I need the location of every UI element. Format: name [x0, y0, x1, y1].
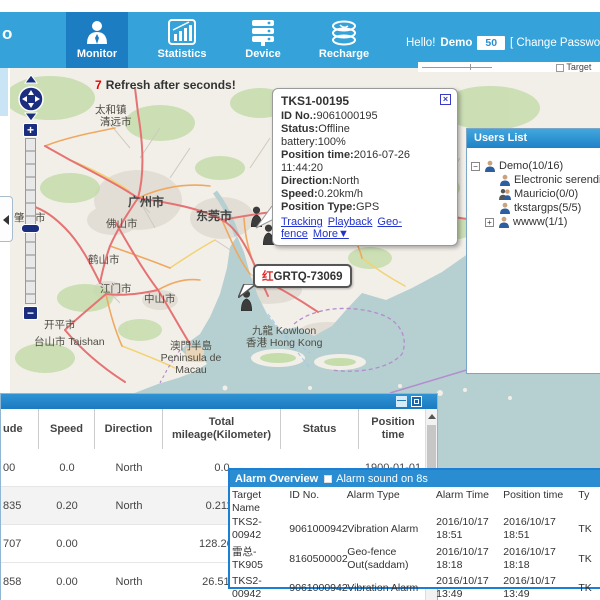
alarm-overview-titlebar: Alarm Overview Alarm sound on 8s — [230, 470, 600, 487]
tab-label: Recharge — [313, 48, 375, 60]
alarm-sound-checkbox[interactable] — [324, 475, 332, 483]
map-label: 鹤山市 — [88, 254, 120, 266]
minimize-icon[interactable]: — — [396, 396, 407, 407]
tree-item-mauricio[interactable]: Mauricio(0/0) — [467, 187, 600, 201]
scroll-up-icon[interactable] — [428, 414, 436, 419]
greeting-text: Hello! — [406, 37, 435, 49]
device-name-callout[interactable]: 红GRTQ-73069 — [253, 264, 352, 288]
map-label: 清远市 — [100, 116, 132, 128]
more-link[interactable]: More▼ — [313, 228, 349, 240]
users-list-title: Users List — [467, 129, 600, 148]
alarm-table: Target NameID No. Alarm TypeAlarm Time P… — [230, 489, 600, 600]
user-icon — [499, 202, 511, 214]
alarm-sound-label: Alarm sound on 8s — [336, 473, 428, 485]
zoom-in-button[interactable]: + — [23, 123, 38, 137]
popup-row: Position Type:GPS — [281, 201, 449, 214]
app-logo: o — [2, 24, 12, 44]
bar-chart-icon — [167, 18, 197, 46]
tab-label: Statistics — [151, 48, 213, 60]
target-checkbox[interactable] — [556, 64, 564, 72]
tab-label: Monitor — [66, 48, 128, 60]
expand-icon[interactable]: + — [485, 218, 494, 227]
popup-links: TrackingPlaybackGeo-fenceMore▼ — [281, 216, 449, 240]
zoom-slider-handle[interactable] — [21, 224, 40, 233]
playback-link[interactable]: Playback — [328, 216, 373, 228]
tab-device[interactable]: Device — [232, 12, 294, 68]
users-tree: − Demo(10/16) Electronic serendi Maurici… — [467, 148, 600, 229]
tab-recharge[interactable]: Recharge — [313, 12, 375, 68]
collapse-icon[interactable]: − — [471, 162, 480, 171]
refresh-countdown: 7Refresh after seconds! — [95, 78, 236, 92]
top-navigation-bar: o Monitor Statistics Device — [0, 12, 600, 68]
map-label: 太和镇 — [95, 104, 127, 116]
scale-bar-tick — [470, 64, 471, 70]
tree-item-electronic[interactable]: Electronic serendi — [467, 173, 600, 187]
tab-statistics[interactable]: Statistics — [151, 12, 213, 68]
target-label: Target — [566, 62, 591, 72]
tree-item-tkstargps[interactable]: tkstargps(5/5) — [467, 201, 600, 215]
alarm-table-header: Target NameID No. Alarm TypeAlarm Time P… — [230, 489, 600, 515]
map-label: 东莞市 — [196, 210, 232, 222]
popup-row: Speed:0.20km/h — [281, 188, 449, 201]
popup-title: TKS1-00195 — [281, 94, 449, 108]
map-label: 佛山市 — [106, 218, 138, 230]
tab-label: Device — [232, 48, 294, 60]
alarm-row[interactable]: TKS2-009429061000942 Vibration Alarm2016… — [230, 515, 600, 543]
device-info-popup: TKS1-00195 × ID No.:9061000195 Status:Of… — [272, 88, 458, 246]
map-label: 广州市 — [128, 196, 164, 208]
position-table-titlebar: — — [1, 394, 437, 409]
zoom-slider-track[interactable] — [25, 138, 36, 304]
close-icon[interactable]: × — [440, 94, 451, 105]
zoom-out-button[interactable]: − — [23, 306, 38, 320]
tree-item-demo[interactable]: − Demo(10/16) — [467, 159, 600, 173]
map-label: 江门市 — [100, 283, 132, 295]
tree-item-wwww[interactable]: + wwww(1/1) — [467, 215, 600, 229]
gps-tracking-app: { "colors": { "header": "#35a3da", "acti… — [0, 0, 600, 600]
popup-row: Status:Offline — [281, 123, 449, 136]
popup-row: ID No.:9061000195 — [281, 110, 449, 123]
map-label: 香港 Hong Kong — [246, 337, 322, 349]
alarm-row[interactable]: 雷总-TK9058160500002 Geo-fence Out(saddam)… — [230, 543, 600, 575]
server-stack-icon — [248, 18, 278, 46]
username: Demo — [440, 37, 472, 49]
popup-row: Position time:2016-07-26 11:44:20 — [281, 149, 449, 175]
restore-icon[interactable] — [411, 396, 422, 407]
users-list-panel: Users List − Demo(10/16) Electronic sere… — [466, 128, 600, 374]
user-icon — [499, 174, 511, 186]
alarm-overview-title: Alarm Overview — [235, 473, 318, 485]
monitor-person-icon — [82, 18, 112, 46]
map-mini-toolbar: Target — [418, 62, 600, 72]
position-table-header: ude Speed Direction Total mileage(Kilome… — [1, 409, 427, 449]
tracking-link[interactable]: Tracking — [281, 216, 323, 228]
map-label: 九龍 Kowloon — [252, 325, 316, 337]
left-edge-strip — [0, 68, 8, 116]
map-label: 澳門半島 Peninsula de Macau — [148, 340, 234, 376]
tab-monitor[interactable]: Monitor — [66, 12, 128, 68]
collapse-panel-handle[interactable] — [0, 196, 13, 242]
popup-row: battery:100% — [281, 136, 449, 149]
user-icon — [484, 160, 496, 172]
account-links[interactable]: [ Change Password My — [510, 37, 600, 49]
collapse-arrow-icon — [3, 215, 9, 225]
users-group-icon — [499, 188, 511, 200]
credit-badge: 50 — [477, 36, 505, 50]
callout-name: GRTQ-73069 — [274, 271, 343, 283]
popup-row: Direction:North — [281, 175, 449, 188]
map-pan-control[interactable] — [16, 74, 46, 122]
user-icon — [498, 216, 510, 228]
callout-prefix: 红 — [262, 271, 274, 283]
alarm-overview-panel: Alarm Overview Alarm sound on 8s Target … — [228, 468, 600, 589]
map-label: 开平市 — [44, 319, 76, 331]
account-area: Hello! Demo 50 [ Change Password My — [406, 36, 600, 50]
alarm-row[interactable]: TKS2-009429061000942 Vibration Alarm2016… — [230, 575, 600, 600]
map-label: 中山市 — [144, 293, 176, 305]
map-label: 台山市 Taishan — [34, 336, 105, 348]
scale-bar — [422, 67, 492, 68]
target-option[interactable]: Target — [556, 62, 591, 72]
coins-icon — [329, 18, 359, 46]
